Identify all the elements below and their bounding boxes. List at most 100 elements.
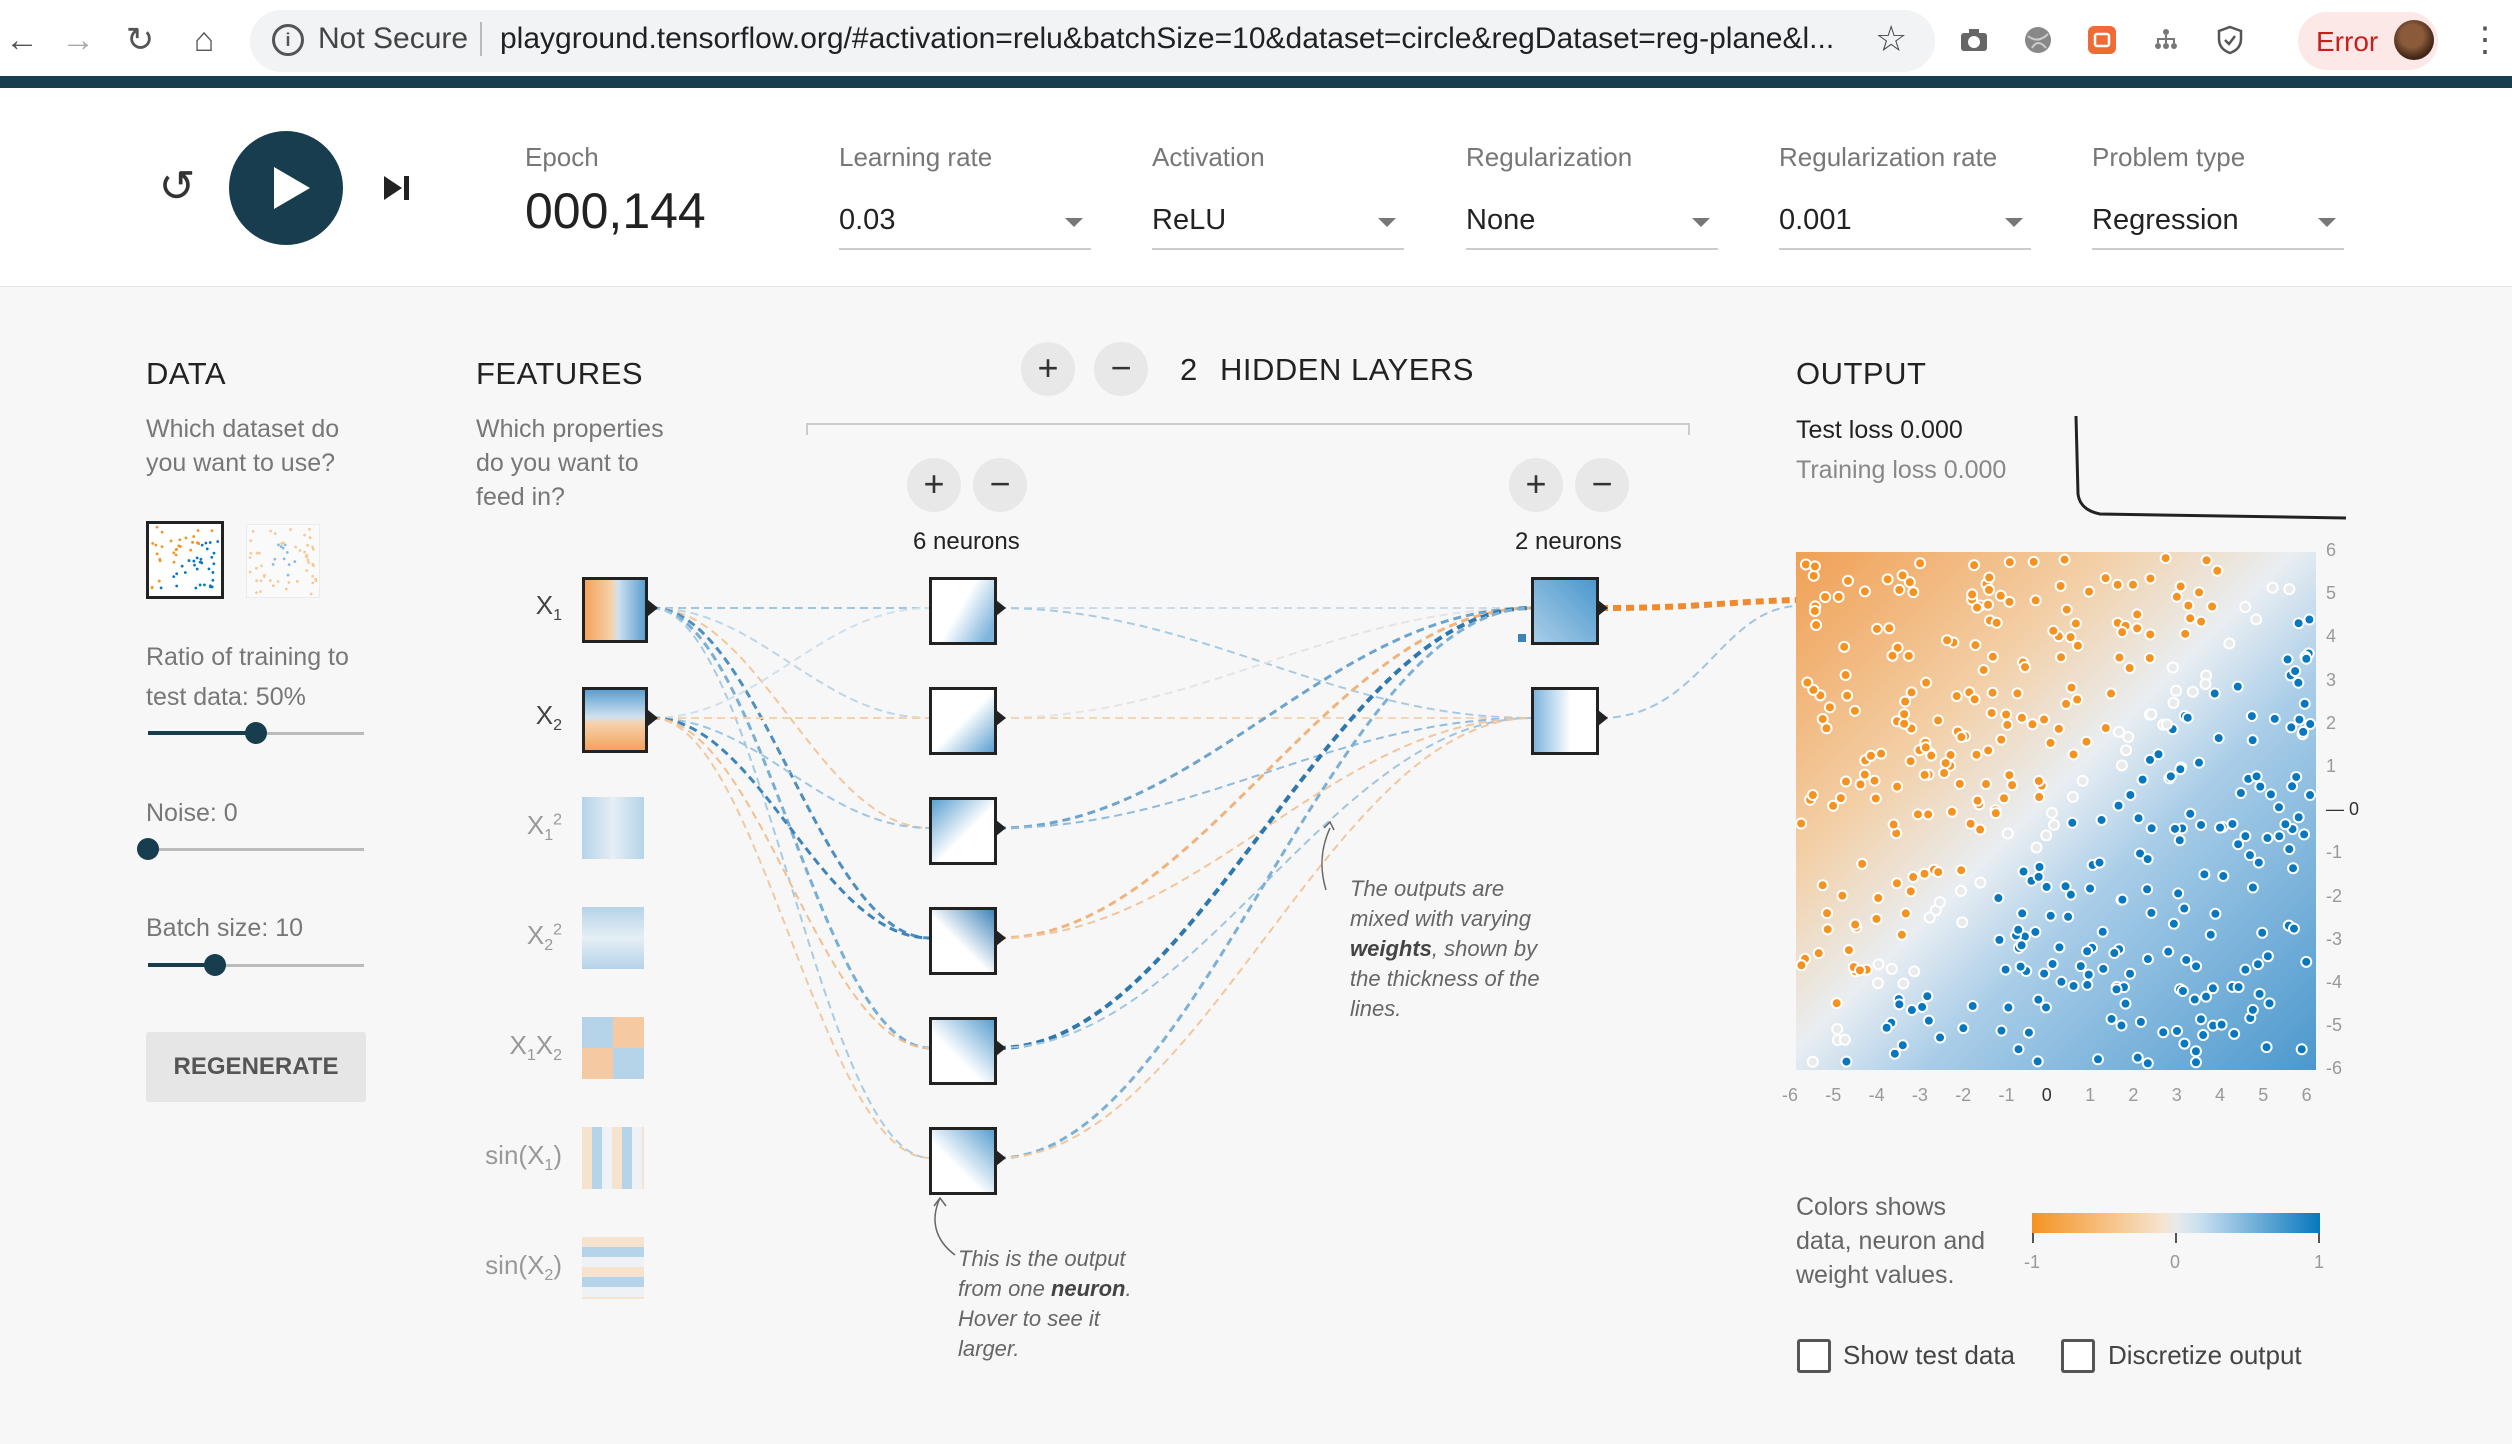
data-point <box>2261 950 2274 963</box>
neuron-1-2[interactable] <box>929 687 997 755</box>
data-point <box>1820 722 1833 735</box>
remove-neuron-layer2-button[interactable]: − <box>1575 458 1629 512</box>
data-point <box>2144 572 2157 585</box>
data-point <box>1836 889 1849 902</box>
data-point <box>2181 711 2194 724</box>
data-point <box>2047 818 2060 831</box>
data-point <box>1955 864 1968 877</box>
neuron-1-3[interactable] <box>929 797 997 865</box>
discretize-output-checkbox[interactable] <box>2061 1339 2095 1373</box>
data-point <box>2295 1043 2308 1056</box>
feature-x1-squared[interactable] <box>582 797 644 859</box>
remove-neuron-layer1-button[interactable]: − <box>973 458 1027 512</box>
data-point <box>1918 768 1931 781</box>
layer2-neuron-count: 2 neurons <box>1515 528 1622 555</box>
data-point <box>2108 947 2121 960</box>
data-point <box>2300 652 2313 665</box>
data-point <box>2261 832 2274 845</box>
data-point <box>1899 907 1912 920</box>
data-point <box>2067 979 2080 992</box>
data-point <box>1821 923 1834 936</box>
data-point <box>1896 569 1909 582</box>
data-point <box>2285 721 2298 734</box>
add-neuron-layer1-button[interactable]: + <box>907 458 961 512</box>
data-point <box>1956 916 1969 929</box>
data-point <box>1821 907 1834 920</box>
y-tick: 2 <box>2326 712 2337 733</box>
remove-layer-button[interactable]: − <box>1094 342 1148 396</box>
data-point <box>1839 775 1852 788</box>
data-point <box>2164 770 2177 783</box>
add-neuron-layer2-button[interactable]: + <box>1509 458 1563 512</box>
data-point <box>2115 1019 2128 1032</box>
data-point <box>1904 755 1917 768</box>
feature-sin-x2[interactable] <box>582 1237 644 1299</box>
feature-x2-squared[interactable] <box>582 907 644 969</box>
data-point <box>2032 993 2045 1006</box>
data-point <box>2022 1026 2035 1039</box>
show-test-data-checkbox[interactable] <box>1797 1339 1831 1373</box>
data-point <box>1932 714 1945 727</box>
feature-x1x2[interactable] <box>582 1017 644 1079</box>
neuron-1-4[interactable] <box>929 907 997 975</box>
data-point <box>2250 770 2263 783</box>
data-point <box>1842 574 1855 587</box>
data-point <box>2293 713 2306 726</box>
data-point <box>1986 686 1999 699</box>
x-tick: -4 <box>1868 1085 1885 1105</box>
neuron-2-2[interactable] <box>1531 687 1599 755</box>
data-point <box>2084 882 2097 895</box>
add-layer-button[interactable]: + <box>1021 342 1075 396</box>
x-axis-ticks: -6 -5 -4 -3 -2 -1 0 1 2 3 4 5 6 <box>1782 1085 2330 1115</box>
data-point <box>1849 918 1862 931</box>
data-point <box>1922 1014 1935 1027</box>
data-point <box>1834 792 1847 805</box>
neuron-1-5[interactable] <box>929 1017 997 1085</box>
data-point <box>1806 1055 1819 1068</box>
feature-x2[interactable] <box>582 687 648 753</box>
data-point <box>2081 945 2094 958</box>
data-point <box>2045 806 2058 819</box>
data-point <box>1983 583 1996 596</box>
neuron-1-1[interactable] <box>929 577 997 645</box>
output-heading: OUTPUT <box>1796 356 1927 391</box>
data-point <box>1810 619 1823 632</box>
data-point <box>2243 849 2256 862</box>
data-point <box>2105 1012 2118 1025</box>
data-point <box>1885 962 1898 975</box>
data-point <box>1893 583 1906 596</box>
x-tick: -1 <box>1998 1085 2015 1105</box>
data-point <box>2193 756 2206 769</box>
data-point <box>1898 708 1911 721</box>
data-point <box>2180 953 2193 966</box>
data-point <box>2011 687 2024 700</box>
data-point <box>2111 578 2124 591</box>
neuron-port <box>1598 600 1608 616</box>
x-tick: -2 <box>1955 1085 1972 1105</box>
neuron-2-1[interactable] <box>1531 577 1599 645</box>
output-heatmap[interactable] <box>1796 552 2316 1070</box>
x-tick: 4 <box>2215 1085 2226 1105</box>
data-point <box>2195 818 2208 831</box>
data-point <box>2113 651 2126 664</box>
data-point <box>2200 554 2213 567</box>
data-point <box>2195 615 2208 628</box>
data-point <box>2266 581 2279 594</box>
data-point <box>2254 780 2267 793</box>
data-point <box>1801 676 1814 689</box>
neuron-1-6[interactable] <box>929 1127 997 1195</box>
data-point <box>2001 827 2014 840</box>
data-point <box>2198 868 2211 881</box>
data-point <box>2145 822 2158 835</box>
data-point <box>1974 823 1987 836</box>
data-point <box>1871 977 1884 990</box>
data-point <box>1899 695 1912 708</box>
data-point <box>1974 876 1987 889</box>
feature-sin-x1[interactable] <box>582 1127 644 1189</box>
data-point <box>1875 747 1888 760</box>
data-point <box>1816 879 1829 892</box>
feature-x1[interactable] <box>582 577 648 643</box>
data-point <box>2038 713 2051 726</box>
data-point <box>2176 985 2189 998</box>
data-point <box>2053 941 2066 954</box>
